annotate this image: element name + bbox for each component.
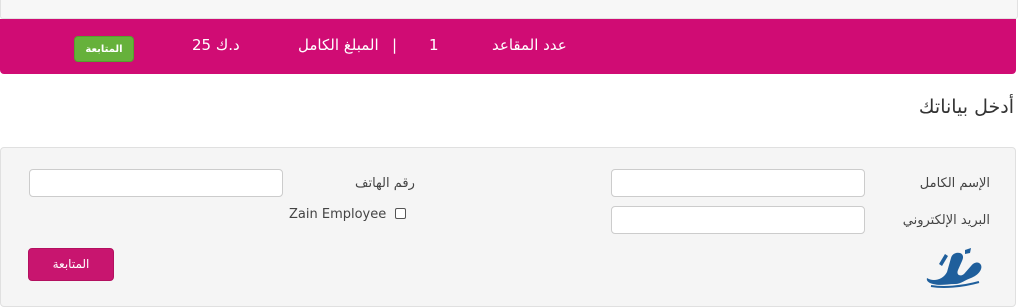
- seats-value: 1: [429, 36, 439, 54]
- almrsal-logo-icon: [926, 248, 982, 288]
- full-name-input[interactable]: [611, 169, 865, 197]
- total-value: 25 د.ك: [192, 36, 240, 54]
- seats-label: عدد المقاعد: [492, 36, 567, 54]
- enter-details-heading: أدخل بياناتك: [918, 96, 1014, 118]
- full-name-label: الإسم الكامل: [919, 176, 990, 191]
- total-label: المبلغ الكامل: [298, 36, 379, 54]
- zain-employee-checkbox[interactable]: [395, 208, 406, 219]
- submit-continue-button[interactable]: المتابعة: [28, 248, 114, 281]
- phone-input[interactable]: [29, 169, 283, 197]
- zain-employee-label: Zain Employee: [289, 207, 387, 222]
- email-label: البريد الإلكتروني: [902, 213, 990, 228]
- booking-summary-bar: عدد المقاعد 1 | المبلغ الكامل 25 د.ك: [0, 19, 1016, 74]
- continue-button-top[interactable]: المتابعة: [74, 36, 134, 62]
- top-panel-edge: [0, 0, 1018, 19]
- phone-label: رقم الهاتف: [355, 176, 415, 191]
- email-input[interactable]: [611, 206, 865, 234]
- summary-separator: |: [392, 36, 398, 54]
